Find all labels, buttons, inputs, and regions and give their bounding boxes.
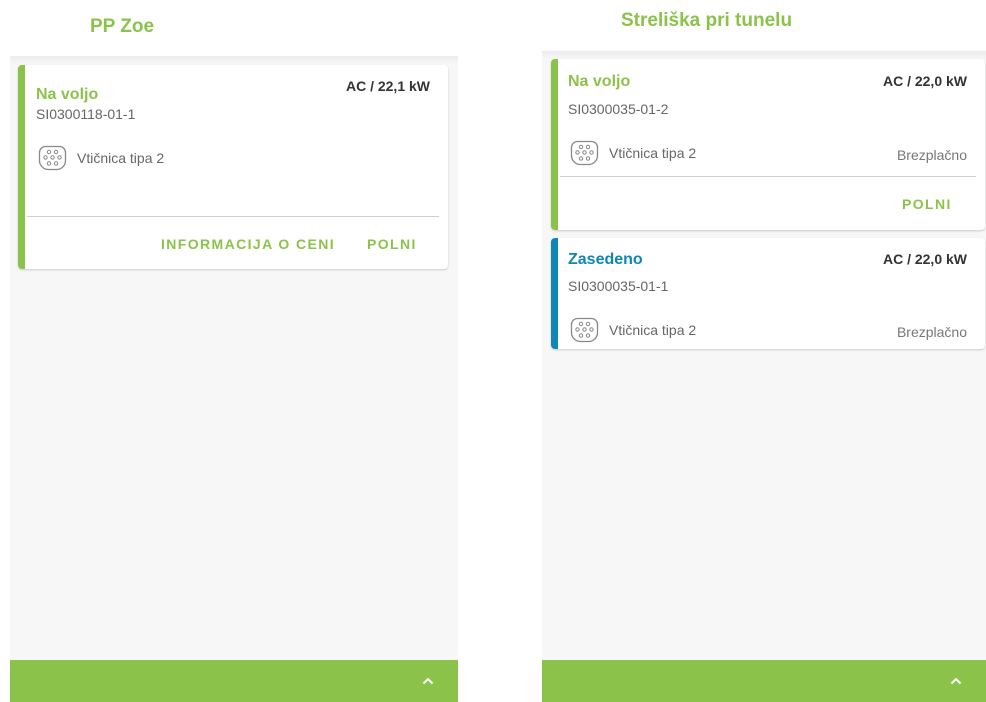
power-label: AC / 22,0 kW <box>882 73 967 89</box>
panel-shadow <box>542 51 986 59</box>
type2-connector-icon <box>570 317 599 343</box>
type2-connector-icon <box>570 140 599 166</box>
connector-type: Vtičnica tipa 2 <box>38 145 164 171</box>
price-label: Brezplačno <box>896 147 967 163</box>
connector-card[interactable]: Na voljo AC / 22,1 kW SI0300118-01-1 Vti… <box>18 65 448 269</box>
price-info-button[interactable]: INFORMACIJA O CENI <box>161 236 335 252</box>
status-label: Na voljo <box>36 86 99 103</box>
connector-type: Vtičnica tipa 2 <box>570 140 696 166</box>
connector-card[interactable]: Zasedeno AC / 22,0 kW SI0300035-01-1 Vti… <box>551 238 985 349</box>
type2-connector-icon <box>38 145 67 171</box>
chevron-up-icon[interactable] <box>422 675 434 687</box>
connector-type: Vtičnica tipa 2 <box>570 317 696 343</box>
status-stripe <box>18 65 25 269</box>
power-label: AC / 22,0 kW <box>882 251 967 267</box>
chevron-up-icon[interactable] <box>950 675 962 687</box>
bottom-bar[interactable] <box>542 660 986 702</box>
power-label: AC / 22,1 kW <box>345 78 430 94</box>
station-title: PP Zoe <box>90 16 155 37</box>
station-title: Streliška pri tunelu <box>621 10 793 31</box>
card-divider <box>560 176 976 177</box>
connector-code: SI0300035-01-1 <box>568 278 669 294</box>
connector-label: Vtičnica tipa 2 <box>609 145 697 161</box>
connector-label: Vtičnica tipa 2 <box>609 322 697 338</box>
status-stripe <box>551 238 558 349</box>
connector-list-panel: Na voljo AC / 22,0 kW SI0300035-01-2 Vti… <box>542 51 986 702</box>
status-label: Zasedeno <box>568 251 643 268</box>
charge-button[interactable]: POLNI <box>367 236 417 252</box>
card-divider <box>27 216 439 217</box>
price-label: Brezplačno <box>896 324 967 340</box>
charge-button[interactable]: POLNI <box>902 196 952 212</box>
bottom-bar[interactable] <box>10 660 458 702</box>
status-stripe <box>551 59 558 230</box>
connector-list-panel: Na voljo AC / 22,1 kW SI0300118-01-1 Vti… <box>10 56 458 702</box>
connector-label: Vtičnica tipa 2 <box>77 150 165 166</box>
panel-shadow <box>10 56 458 64</box>
status-label: Na voljo <box>568 73 631 90</box>
connector-code: SI0300035-01-2 <box>568 101 669 117</box>
connector-code: SI0300118-01-1 <box>36 106 136 122</box>
connector-card[interactable]: Na voljo AC / 22,0 kW SI0300035-01-2 Vti… <box>551 59 985 230</box>
